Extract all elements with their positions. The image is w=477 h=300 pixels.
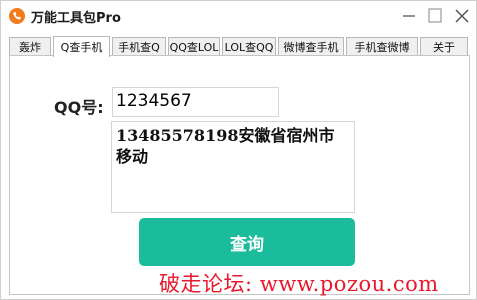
tab-weibo-to-phone[interactable]: 微博查手机 bbox=[278, 37, 344, 55]
forum-watermark: 破走论坛: www.pozou.com bbox=[159, 272, 439, 296]
close-icon[interactable] bbox=[452, 6, 472, 26]
tab-bar: 轰炸 Q查手机 手机查Q QQ查LOL LOL查QQ 微博查手机 手机查微博 关… bbox=[9, 36, 470, 57]
tab-lol-to-qq[interactable]: LOL查QQ bbox=[222, 37, 276, 55]
result-textbox[interactable]: 13485578198安徽省宿州市移动 bbox=[111, 121, 355, 213]
qq-number-input[interactable]: 1234567 bbox=[112, 87, 279, 117]
tab-qq-to-lol[interactable]: QQ查LOL bbox=[168, 37, 220, 55]
query-button[interactable]: 查询 bbox=[139, 218, 355, 266]
qq-number-label: QQ号: bbox=[54, 98, 104, 117]
tab-phone-to-qq[interactable]: 手机查Q bbox=[112, 37, 166, 55]
tab-qq-to-phone[interactable]: Q查手机 bbox=[53, 36, 110, 57]
maximize-icon[interactable] bbox=[425, 6, 445, 26]
window-title: 万能工具包Pro bbox=[31, 11, 121, 26]
title-bar[interactable]: 万能工具包Pro bbox=[1, 1, 476, 31]
phone-icon bbox=[9, 8, 25, 24]
tab-phone-to-weibo[interactable]: 手机查微博 bbox=[346, 37, 418, 55]
app-window: 万能工具包Pro 轰炸 Q查手机 手机查Q QQ查LOL LOL查QQ 微博查手… bbox=[0, 0, 477, 300]
minimize-icon[interactable] bbox=[399, 6, 419, 26]
tab-bomb[interactable]: 轰炸 bbox=[9, 37, 51, 55]
tab-about[interactable]: 关于 bbox=[420, 37, 468, 55]
